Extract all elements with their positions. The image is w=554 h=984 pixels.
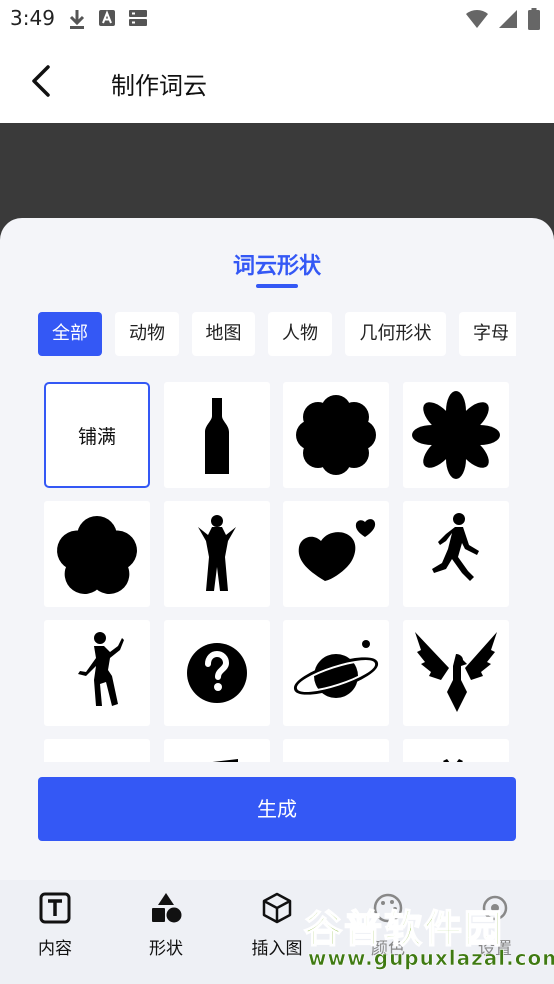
shapes-icon xyxy=(152,893,182,923)
category-tabs: 全部 动物 地图 人物 几何形状 字母 xyxy=(38,312,516,358)
category-tab-all[interactable]: 全部 xyxy=(38,312,102,356)
question-mark-shape xyxy=(187,643,247,703)
sheet-title-underline xyxy=(256,284,298,288)
storage-icon xyxy=(128,8,148,30)
cellular-signal-icon xyxy=(498,9,518,33)
shape-option-question-mark[interactable] xyxy=(164,620,270,726)
five-petal-flower-shape xyxy=(57,516,137,594)
category-tab-geometry[interactable]: 几何形状 xyxy=(345,312,446,356)
nav-label: 内容 xyxy=(38,939,72,959)
watermark-url: www.gupuxlazal.com xyxy=(308,946,554,971)
shape-option-hearts[interactable] xyxy=(283,501,389,607)
status-time: 3:49 xyxy=(10,6,55,30)
category-tab-animals[interactable]: 动物 xyxy=(115,312,179,356)
dancing-man-shape xyxy=(78,632,124,706)
fill-label: 铺满 xyxy=(77,425,116,448)
shape-sheet: 词云形状 全部 动物 地图 人物 几何形状 字母 铺满 生成 xyxy=(0,218,554,880)
planet-shape xyxy=(293,640,379,698)
eight-petal-flower-shape xyxy=(412,391,500,479)
shape-option-walking-man[interactable] xyxy=(403,501,509,607)
eagle-shape xyxy=(415,632,497,712)
category-tab-people[interactable]: 人物 xyxy=(268,312,332,356)
battery-icon xyxy=(528,8,540,34)
shape-option-more-4[interactable] xyxy=(403,739,509,762)
generate-button[interactable]: 生成 xyxy=(38,777,516,841)
shape-option-planet[interactable] xyxy=(283,620,389,726)
wifi-icon xyxy=(466,9,488,33)
category-tab-letters[interactable]: 字母 xyxy=(459,312,516,356)
partial-shape xyxy=(443,759,463,762)
download-icon xyxy=(68,8,86,30)
text-box-icon xyxy=(39,892,71,924)
sheet-title: 词云形状 xyxy=(232,254,321,279)
nav-label: 形状 xyxy=(149,939,183,959)
shape-option-eight-petal[interactable] xyxy=(403,382,509,488)
cloud-flower-shape xyxy=(296,395,376,475)
shape-option-more-2[interactable] xyxy=(164,739,270,762)
hearts-shape xyxy=(298,519,376,581)
shape-option-dancing-man[interactable] xyxy=(44,620,150,726)
cube-icon xyxy=(262,892,292,924)
shape-option-woman[interactable] xyxy=(164,501,270,607)
bottle-shape xyxy=(205,398,229,474)
watermark: 谷普软件园 www.gupuxlazal.com xyxy=(300,896,554,980)
category-tab-maps[interactable]: 地图 xyxy=(192,312,255,356)
nav-item-content[interactable]: 内容 xyxy=(10,892,100,959)
shape-fill-option[interactable]: 铺满 xyxy=(44,382,150,488)
shape-option-eagle[interactable] xyxy=(403,620,509,726)
font-a-icon xyxy=(98,8,116,30)
page-title: 制作词云 xyxy=(111,72,207,100)
shape-option-cloud-flower[interactable] xyxy=(283,382,389,488)
woman-silhouette-shape xyxy=(198,515,236,591)
arrow-back-icon xyxy=(32,65,50,97)
partial-shape xyxy=(212,759,238,762)
status-bar: 3:49 xyxy=(0,0,554,38)
shape-option-more-3[interactable] xyxy=(283,739,389,762)
nav-item-shapes[interactable]: 形状 xyxy=(121,892,211,959)
shape-option-five-petal[interactable] xyxy=(44,501,150,607)
shape-option-bottle[interactable] xyxy=(164,382,270,488)
walking-man-shape xyxy=(432,513,479,581)
watermark-text: 谷普软件园 xyxy=(303,906,505,952)
back-button[interactable] xyxy=(26,62,62,100)
shape-grid: 铺满 xyxy=(44,382,514,762)
shape-option-more-1[interactable] xyxy=(44,739,150,762)
app-bar: 制作词云 xyxy=(0,38,554,123)
